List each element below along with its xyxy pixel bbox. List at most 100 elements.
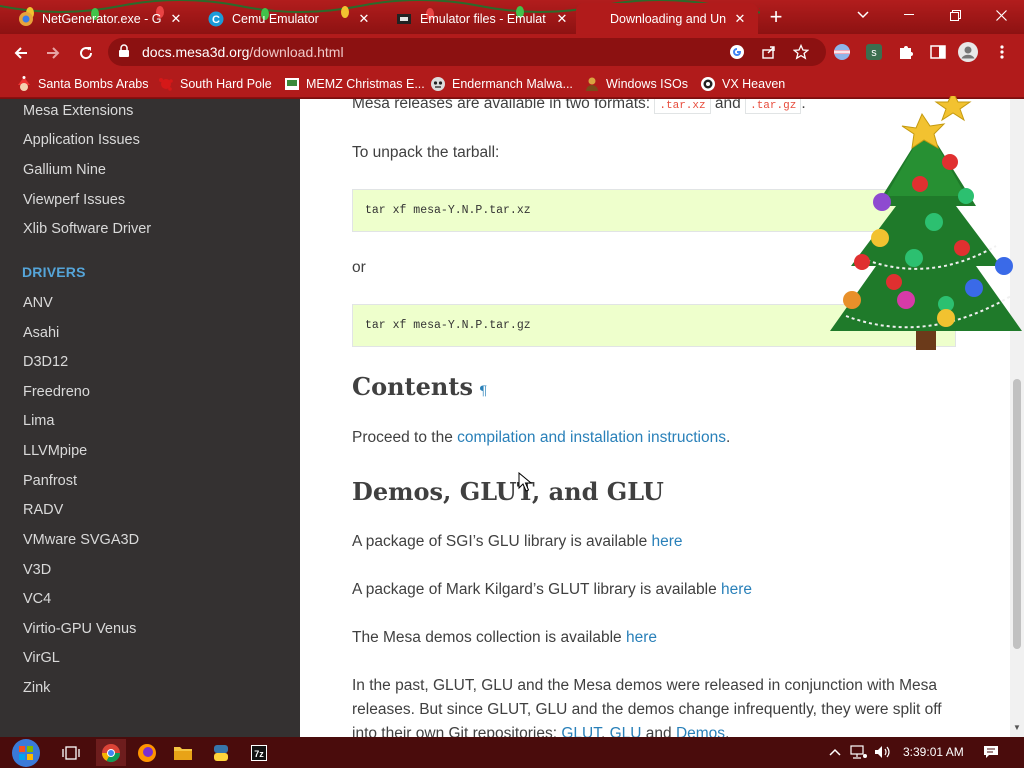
chrome-icon	[102, 743, 120, 762]
sidebar-item-asahi[interactable]: Asahi	[23, 325, 59, 341]
close-window-button[interactable]	[978, 0, 1024, 30]
sidebar-item-anv[interactable]: ANV	[23, 295, 53, 311]
restore-icon	[949, 9, 961, 21]
bookmark-label: Endermanch Malwa...	[452, 77, 573, 91]
glut-here-link[interactable]: here	[721, 581, 752, 598]
sidebar-item-llvmpipe[interactable]: LLVMpipe	[23, 443, 87, 459]
sidebar-item-gallium-nine[interactable]: Gallium Nine	[23, 162, 106, 178]
or-paragraph: or	[352, 259, 366, 276]
address-bar[interactable]: docs.mesa3d.org/download.html	[108, 38, 826, 66]
bookmark-label: Windows ISOs	[606, 77, 688, 91]
bookmark-label: VX Heaven	[722, 77, 786, 91]
demos-repo-link[interactable]: Demos	[676, 725, 725, 737]
glu-repo-link[interactable]: GLU	[610, 725, 642, 737]
taskbar-firefox[interactable]	[132, 739, 162, 766]
bookmark-windows-isos[interactable]: Windows ISOs	[584, 74, 688, 94]
sidebar-item-vmware-svga3d[interactable]: VMware SVGA3D	[23, 532, 139, 548]
close-tab-icon[interactable]: ✕	[168, 11, 184, 27]
forward-button[interactable]	[40, 40, 66, 66]
formats-paragraph: Mesa releases are available in two forma…	[352, 99, 806, 114]
taskbar-chrome[interactable]	[96, 739, 126, 766]
chevron-down-icon	[857, 11, 869, 19]
side-panel-icon[interactable]	[928, 42, 948, 62]
show-hidden-icons-chevron-icon[interactable]	[826, 743, 844, 761]
sidebar-item-v3d[interactable]: V3D	[23, 562, 51, 578]
sidebar-item-zink[interactable]: Zink	[23, 680, 50, 696]
close-tab-icon[interactable]: ✕	[732, 11, 748, 27]
bookmark-santa-bombs-arabs[interactable]: Santa Bombs Arabs	[16, 74, 148, 94]
sidebar-item-viewperf-issues[interactable]: Viewperf Issues	[23, 192, 125, 208]
reload-button[interactable]	[73, 40, 99, 66]
notifications-icon[interactable]	[982, 743, 1000, 761]
close-icon	[995, 9, 1007, 21]
permalink-pilcrow[interactable]: ¶	[479, 384, 487, 399]
s-extension-icon[interactable]: s	[864, 42, 884, 62]
glu-here-link[interactable]: here	[652, 533, 683, 550]
sidebar-heading-drivers: DRIVERS	[22, 264, 86, 280]
sidebar-item-panfrost[interactable]: Panfrost	[23, 473, 77, 489]
google-lens-icon[interactable]	[728, 43, 746, 61]
scroll-down-arrow-icon[interactable]: ▼	[1012, 723, 1022, 733]
past-paragraph-line-1: In the past, GLUT, GLU and the Mesa demo…	[352, 677, 937, 694]
sidebar-item-freedreno[interactable]: Freedreno	[23, 384, 90, 400]
new-tab-button[interactable]: +	[764, 6, 788, 30]
code-xz-text: tar xf mesa-Y.N.P.tar.xz	[365, 204, 531, 217]
compilation-instructions-link[interactable]: compilation and installation instruction…	[457, 429, 726, 446]
sidebar-item-xlib-software-driver[interactable]: Xlib Software Driver	[23, 221, 151, 237]
sidebar-item-radv[interactable]: RADV	[23, 502, 63, 518]
bookmark-south-hard-pole[interactable]: South Hard Pole	[158, 74, 272, 94]
taskbar-clock[interactable]: 3:39:01 AM	[903, 745, 964, 759]
scrollbar-thumb[interactable]	[1013, 379, 1021, 649]
task-view-button[interactable]	[56, 739, 86, 766]
sidebar-item-lima[interactable]: Lima	[23, 413, 54, 429]
code-gz-text: tar xf mesa-Y.N.P.tar.gz	[365, 319, 531, 332]
sidebar-item-application-issues[interactable]: Application Issues	[23, 132, 140, 148]
sidebar-item-virgl[interactable]: VirGL	[23, 650, 60, 666]
bookmark-endermanch-malware[interactable]: Endermanch Malwa...	[430, 74, 573, 94]
start-button[interactable]	[6, 737, 46, 768]
tab-search-button[interactable]	[840, 0, 886, 30]
restore-button[interactable]	[932, 0, 978, 30]
tab-downloading-and-unpacking[interactable]: Downloading and Unpa ✕	[576, 3, 758, 34]
close-tab-icon[interactable]: ✕	[356, 11, 372, 27]
glut-text: A package of Mark Kilgard’s GLUT library…	[352, 581, 722, 598]
tab-cemu[interactable]: C Cemu Emulator ✕	[198, 3, 382, 34]
url-text: docs.mesa3d.org/download.html	[142, 44, 344, 60]
flag-extension-icon[interactable]	[832, 42, 852, 62]
past-paragraph-line-2: releases. But since GLUT, GLU and the de…	[352, 701, 942, 718]
taskbar-file-explorer[interactable]	[168, 739, 198, 766]
bookmark-vx-heaven[interactable]: VX Heaven	[700, 74, 785, 94]
bookmark-star-icon[interactable]	[792, 43, 810, 61]
demos-here-link[interactable]: here	[626, 629, 657, 646]
tab-emulator-files[interactable]: Emulator files - Emulat ✕	[386, 3, 580, 34]
sidebar-item-mesa-extensions[interactable]: Mesa Extensions	[23, 103, 133, 119]
page-scrollbar[interactable]: ▼	[1010, 99, 1024, 737]
profile-avatar-icon[interactable]	[958, 42, 978, 62]
sidebar-item-virtio-gpu-venus[interactable]: Virtio-GPU Venus	[23, 621, 136, 637]
minimize-button[interactable]	[886, 0, 932, 30]
puzzle-extensions-icon[interactable]	[896, 42, 916, 62]
volume-icon[interactable]	[874, 743, 892, 761]
more-menu-icon[interactable]	[992, 42, 1012, 62]
close-tab-icon[interactable]: ✕	[554, 11, 570, 27]
tab-netgenerator[interactable]: NetGenerator.exe - Go ✕	[8, 3, 194, 34]
proceed-end-text: .	[725, 429, 731, 446]
glu-paragraph: A package of SGI’s GLU library is availa…	[352, 533, 683, 551]
past-end-text: .	[725, 725, 730, 737]
python-icon	[214, 744, 228, 761]
tab-strip: NetGenerator.exe - Go ✕ C Cemu Emulator …	[0, 0, 1024, 34]
sidebar-item-vc4[interactable]: VC4	[23, 591, 51, 607]
docs-sidebar: Mesa Extensions Application Issues Galli…	[0, 99, 300, 737]
share-icon[interactable]	[760, 43, 778, 61]
heading-demos-glut-glu: Demos, GLUT, and GLU	[352, 477, 664, 506]
back-button[interactable]	[8, 40, 34, 66]
network-icon[interactable]	[850, 743, 868, 761]
taskbar-python-app[interactable]	[206, 739, 236, 766]
svg-text:s: s	[871, 47, 877, 59]
format-xz-code: .tar.xz	[654, 99, 711, 114]
glut-repo-link[interactable]: GLUT	[561, 725, 601, 737]
taskbar-7zip[interactable]: 7z	[244, 739, 274, 766]
arrow-left-icon	[14, 47, 27, 59]
sidebar-item-d3d12[interactable]: D3D12	[23, 354, 68, 370]
bookmark-memz-christmas[interactable]: MEMZ Christmas E...	[284, 74, 425, 94]
